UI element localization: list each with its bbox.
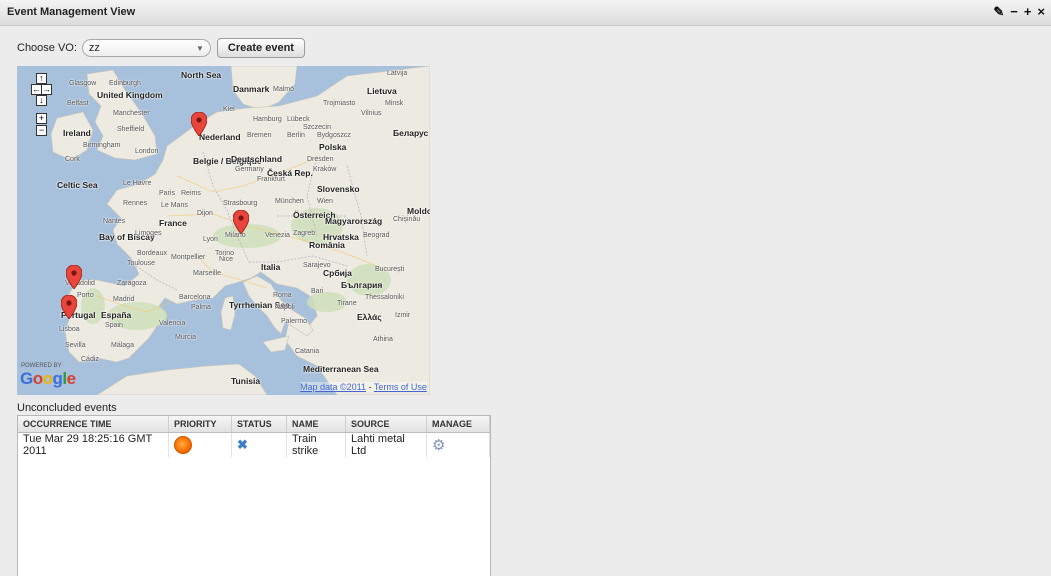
- x-icon[interactable]: ✖: [237, 437, 248, 452]
- column-header-priority[interactable]: PRIORITY: [168, 416, 232, 433]
- vo-label: Choose VO:: [17, 42, 77, 54]
- zoom-out-icon[interactable]: −: [36, 125, 47, 136]
- priority-high-icon: [174, 436, 192, 454]
- event-marker-pin[interactable]: [191, 112, 207, 136]
- name-cell: Train strike: [286, 432, 346, 457]
- pan-down-icon[interactable]: ↓: [36, 95, 47, 106]
- map-view[interactable]: ↑ ← → ↓ + − North Sea Glasgow Edinburgh Uni…: [17, 66, 430, 395]
- column-header-manage[interactable]: MANAGE: [426, 416, 490, 433]
- event-marker-pin[interactable]: [66, 265, 82, 289]
- google-logo: Google: [20, 369, 76, 388]
- table-row[interactable]: Tue Mar 29 18:25:16 GMT 2011 ✖ Train str…: [18, 432, 490, 457]
- map-canvas: [50, 66, 430, 395]
- vo-row: Choose VO: zz ▼ Create event: [17, 38, 305, 58]
- gear-icon[interactable]: ⚙: [432, 437, 445, 454]
- vo-select[interactable]: zz ▼: [81, 39, 211, 57]
- wrench-icon[interactable]: ✎: [993, 4, 1004, 20]
- minimize-icon[interactable]: −: [1010, 4, 1018, 20]
- chevron-down-icon: ▼: [196, 44, 204, 53]
- window-controls: ✎ − + ×: [993, 4, 1045, 20]
- column-header-source[interactable]: SOURCE: [345, 416, 427, 433]
- priority-cell: [168, 432, 232, 457]
- occurrence-time-cell: Tue Mar 29 18:25:16 GMT 2011: [18, 432, 169, 457]
- event-marker-pin[interactable]: [233, 210, 249, 234]
- manage-cell: ⚙: [426, 432, 490, 457]
- terms-of-use-link[interactable]: Terms of Use: [374, 382, 427, 392]
- column-header-name[interactable]: NAME: [286, 416, 346, 433]
- events-table: OCCURRENCE TIME PRIORITY STATUS NAME SOU…: [17, 415, 491, 576]
- event-management-portlet: Event Management View ✎ − + × Choose VO:…: [0, 0, 1051, 576]
- zoom-in-icon[interactable]: +: [36, 113, 47, 124]
- column-header-status[interactable]: STATUS: [231, 416, 287, 433]
- status-cell: ✖: [231, 432, 287, 457]
- map-attribution: Map data ©2011 - Terms of Use: [300, 382, 427, 392]
- map-data-link[interactable]: Map data ©2011: [300, 382, 366, 392]
- event-marker-pin[interactable]: [61, 295, 77, 319]
- pan-right-icon[interactable]: →: [41, 84, 52, 95]
- unconcluded-events-title: Unconcluded events: [17, 402, 117, 414]
- pan-up-icon[interactable]: ↑: [36, 73, 47, 84]
- create-event-button[interactable]: Create event: [216, 38, 305, 58]
- portlet-title: Event Management View: [7, 6, 136, 18]
- column-header-occurrence-time[interactable]: OCCURRENCE TIME: [18, 416, 169, 433]
- maximize-icon[interactable]: +: [1024, 4, 1032, 20]
- vo-selected-value: zz: [88, 42, 100, 54]
- close-icon[interactable]: ×: [1037, 4, 1045, 20]
- source-cell: Lahti metal Ltd: [345, 432, 427, 457]
- portlet-titlebar: Event Management View ✎ − + ×: [0, 0, 1051, 26]
